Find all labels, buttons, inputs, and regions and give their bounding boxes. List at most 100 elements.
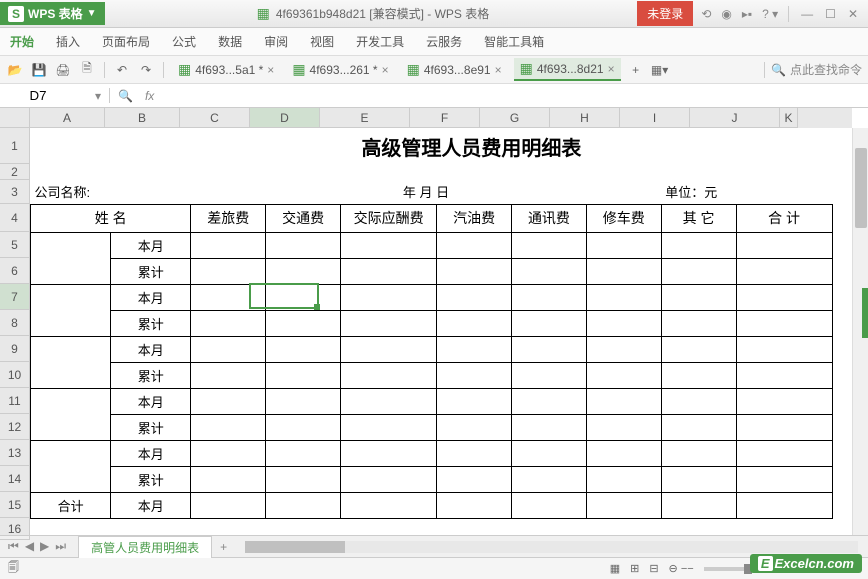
cell[interactable] <box>736 362 832 388</box>
cell[interactable] <box>31 164 111 180</box>
cell[interactable] <box>341 414 437 440</box>
cell[interactable] <box>437 310 512 336</box>
cell[interactable] <box>512 258 587 284</box>
row-header-15[interactable]: 15 <box>0 492 30 518</box>
cell[interactable] <box>661 466 736 492</box>
cell[interactable] <box>661 284 736 310</box>
cell[interactable] <box>191 180 341 204</box>
cell[interactable] <box>512 414 587 440</box>
cell[interactable]: 合 计 <box>736 204 832 232</box>
cell[interactable] <box>586 388 661 414</box>
print-icon[interactable]: 🖨 <box>54 61 72 79</box>
cell[interactable]: 其 它 <box>661 204 736 232</box>
skin-icon[interactable]: ▸▪ <box>742 7 752 21</box>
cell[interactable]: 本月 <box>111 440 191 466</box>
fx-search-icon[interactable]: 🔍 <box>118 89 133 103</box>
cell[interactable] <box>341 310 437 336</box>
cell[interactable] <box>832 180 851 204</box>
cell[interactable] <box>31 440 111 492</box>
add-sheet-icon[interactable]: + <box>212 540 235 554</box>
cell[interactable] <box>832 440 851 466</box>
cell[interactable]: 年 月 日 <box>341 180 512 204</box>
row-header-16[interactable]: 16 <box>0 518 30 540</box>
cell[interactable] <box>736 336 832 362</box>
row-header-8[interactable]: 8 <box>0 310 30 336</box>
cell[interactable] <box>512 232 587 258</box>
cell[interactable] <box>266 284 341 310</box>
cell[interactable] <box>266 388 341 414</box>
tab-close-icon[interactable]: × <box>267 63 274 77</box>
col-header-C[interactable]: C <box>180 108 250 128</box>
help-icon[interactable]: ? ▾ <box>762 7 778 21</box>
row-header-5[interactable]: 5 <box>0 232 30 258</box>
cell[interactable]: 差旅费 <box>191 204 266 232</box>
cell[interactable] <box>736 258 832 284</box>
close-icon[interactable]: ✕ <box>848 7 858 21</box>
cell[interactable] <box>586 310 661 336</box>
cell[interactable] <box>31 232 111 284</box>
cell[interactable] <box>266 258 341 284</box>
row-header-7[interactable]: 7 <box>0 284 30 310</box>
cell[interactable] <box>736 466 832 492</box>
cell[interactable]: 公司名称: <box>31 180 191 204</box>
fx-label[interactable]: fx <box>145 89 154 103</box>
row-header-10[interactable]: 10 <box>0 362 30 388</box>
cell[interactable] <box>266 164 341 180</box>
cell[interactable]: 本月 <box>111 388 191 414</box>
cell[interactable] <box>586 414 661 440</box>
cell[interactable] <box>191 440 266 466</box>
cell[interactable] <box>191 388 266 414</box>
cell[interactable]: 合计 <box>31 492 111 518</box>
cell[interactable]: 通讯费 <box>512 204 587 232</box>
menu-insert[interactable]: 插入 <box>56 33 80 50</box>
cell[interactable] <box>266 414 341 440</box>
cell[interactable] <box>736 232 832 258</box>
sync-icon[interactable]: ⟲ <box>701 7 711 21</box>
cell[interactable] <box>736 310 832 336</box>
cell[interactable] <box>512 388 587 414</box>
cell[interactable] <box>266 440 341 466</box>
cell[interactable] <box>341 164 437 180</box>
cell[interactable] <box>832 492 851 518</box>
tab-close-icon[interactable]: × <box>495 63 502 77</box>
cell[interactable] <box>341 284 437 310</box>
row-header-1[interactable]: 1 <box>0 128 30 164</box>
tab-close-icon[interactable]: × <box>382 63 389 77</box>
cell[interactable] <box>437 284 512 310</box>
menu-layout[interactable]: 页面布局 <box>102 33 150 50</box>
cell[interactable] <box>191 466 266 492</box>
menu-view[interactable]: 视图 <box>310 33 334 50</box>
cell[interactable] <box>437 440 512 466</box>
cell[interactable]: 高级管理人员费用明细表 <box>111 128 833 164</box>
cell[interactable] <box>437 414 512 440</box>
select-all-corner[interactable] <box>0 108 30 128</box>
cell[interactable] <box>512 164 587 180</box>
cell[interactable] <box>266 310 341 336</box>
cell-ref-dropdown-icon[interactable]: ▾ <box>95 89 101 103</box>
view-break-icon[interactable]: ⊟ <box>649 562 658 575</box>
cell[interactable]: 交通费 <box>266 204 341 232</box>
cell[interactable] <box>832 466 851 492</box>
cell[interactable] <box>832 414 851 440</box>
cell[interactable] <box>661 414 736 440</box>
cell[interactable]: 单位：元 <box>661 180 832 204</box>
cell-ref-input[interactable] <box>8 88 68 103</box>
row-header-9[interactable]: 9 <box>0 336 30 362</box>
cell[interactable] <box>341 466 437 492</box>
col-header-B[interactable]: B <box>105 108 180 128</box>
search-command[interactable]: 🔍 点此查找命令 <box>762 61 862 78</box>
cell[interactable] <box>512 466 587 492</box>
view-normal-icon[interactable]: ▦ <box>610 562 620 575</box>
cell[interactable]: 本月 <box>111 232 191 258</box>
file-tab-2[interactable]: ▦4f693...8e91× <box>401 59 508 80</box>
cell[interactable] <box>661 492 736 518</box>
cell[interactable] <box>191 232 266 258</box>
cell[interactable]: 本月 <box>111 492 191 518</box>
save-icon[interactable]: 💾 <box>30 61 48 79</box>
cell[interactable]: 修车费 <box>586 204 661 232</box>
cell-reference[interactable]: ▾ <box>0 88 110 103</box>
app-dropdown-icon[interactable]: ▼ <box>87 8 97 19</box>
cell[interactable]: 累计 <box>111 310 191 336</box>
cell[interactable] <box>31 336 111 388</box>
cell[interactable] <box>512 336 587 362</box>
